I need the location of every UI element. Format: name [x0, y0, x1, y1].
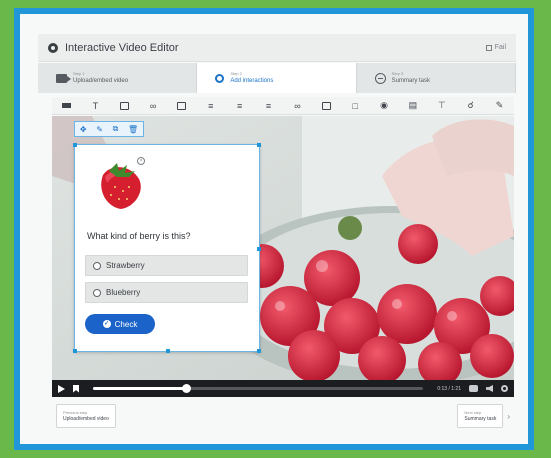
step-navigation: Previous step Upload/embed video Next st… [52, 400, 514, 432]
answer-option-strawberry[interactable]: Strawberry [85, 255, 248, 276]
drag-drop-tool-icon[interactable]: ▤ [407, 100, 418, 111]
settings-icon[interactable] [501, 385, 508, 392]
time-readout: 0:13 / 1:21 [437, 385, 461, 392]
interaction-toolbar: T ∞ ≡ ≡ ≡ ∞ □ ◉ ▤ ⊤ ☌ ✎ [52, 97, 514, 115]
strawberry-image [101, 163, 141, 209]
next-step-caption: Next step [464, 409, 482, 415]
tab-label: Upload/embed video [73, 78, 129, 84]
app-logo-icon [48, 42, 58, 53]
quality-icon[interactable] [469, 385, 478, 392]
tab-upload-video[interactable]: Step 1 Upload/embed video [38, 63, 198, 93]
table-tool-icon[interactable] [119, 100, 130, 111]
true-false-tool-icon[interactable]: ∞ [292, 100, 303, 111]
video-camera-icon [56, 73, 71, 83]
interaction-edit-toolbar: ✥ ✎ ⧉ 🗑 [74, 121, 144, 137]
tab-step-number: Step 3 [391, 71, 404, 76]
chevron-right-icon[interactable]: › [507, 412, 510, 421]
tab-add-interactions[interactable]: Step 2 Add interactions [197, 63, 357, 93]
resize-handle[interactable] [257, 247, 261, 251]
fullscreen-button[interactable]: Fail [485, 44, 506, 51]
image-tool-icon[interactable] [176, 100, 187, 111]
link-tool-icon[interactable]: ∞ [148, 100, 159, 111]
delete-icon[interactable]: 🗑 [128, 125, 138, 134]
single-choice-tool-icon[interactable]: ≡ [234, 100, 245, 111]
tab-summary-task[interactable]: Step 3 Summary task [357, 63, 516, 93]
multiple-choice-tool-icon[interactable]: ≡ [263, 100, 274, 111]
interaction-popup[interactable]: × What kind of berry is this? Strawberry… [73, 143, 261, 353]
resize-handle[interactable] [73, 143, 77, 147]
fullscreen-icon [485, 44, 492, 51]
resize-handle[interactable] [257, 143, 261, 147]
move-icon[interactable]: ✥ [80, 125, 87, 134]
tab-step-number: Step 2 [230, 71, 242, 76]
tab-label: Summary task [391, 78, 430, 84]
next-step-button[interactable]: Next step Summary task [457, 404, 504, 428]
previous-step-label: Upload/embed video [63, 415, 109, 422]
checkmark-icon: ✓ [102, 320, 111, 328]
editor-title: Interactive Video Editor [65, 41, 179, 54]
check-label: Check [114, 319, 138, 329]
label-tool-icon[interactable] [61, 100, 72, 111]
resize-handle[interactable] [166, 349, 170, 353]
timeline-scrubber[interactable] [181, 384, 191, 393]
tab-label: Add interactions [230, 78, 274, 84]
answer-label: Blueberry [106, 288, 141, 297]
video-timeline[interactable] [93, 384, 424, 393]
fullscreen-label: Fail [494, 44, 506, 51]
previous-step-button[interactable]: Previous step Upload/embed video [56, 404, 116, 428]
crossroads-tool-icon[interactable]: ⊤ [436, 100, 447, 111]
text-tool-icon[interactable]: T [90, 100, 101, 111]
summary-icon [374, 72, 386, 84]
step-tabs: Step 1 Upload/embed video Step 2 Add int… [38, 63, 516, 93]
close-icon[interactable]: × [137, 157, 145, 165]
editor-title-bar: Interactive Video Editor Fail [38, 34, 516, 62]
answer-option-blueberry[interactable]: Blueberry [85, 282, 248, 303]
free-text-tool-icon[interactable]: ✎ [494, 100, 505, 111]
volume-icon[interactable] [486, 385, 493, 392]
radio-icon [93, 261, 101, 270]
drag-text-tool-icon[interactable]: □ [350, 100, 361, 111]
check-button[interactable]: ✓ Check [85, 314, 155, 334]
next-step-group: Next step Summary task › [457, 404, 510, 428]
resize-handle[interactable] [257, 349, 261, 353]
fill-blanks-tool-icon[interactable] [321, 100, 332, 111]
play-icon[interactable] [58, 384, 65, 393]
edit-icon[interactable]: ✎ [96, 125, 103, 134]
next-step-label: Summary task [464, 415, 497, 422]
bookmark-icon[interactable] [73, 384, 79, 393]
navigation-hotspot-tool-icon[interactable]: ☌ [465, 100, 476, 111]
resize-handle[interactable] [73, 349, 77, 353]
pin-icon [215, 73, 225, 83]
answer-label: Strawberry [106, 261, 145, 270]
radio-icon [93, 288, 101, 297]
tab-step-number: Step 1 [73, 71, 85, 76]
statements-tool-icon[interactable]: ≡ [205, 100, 216, 111]
previous-step-caption: Previous step [63, 409, 88, 415]
copy-icon[interactable]: ⧉ [113, 124, 119, 134]
video-player-controls: 0:13 / 1:21 [52, 380, 514, 397]
question-text: What kind of berry is this? [87, 231, 191, 241]
mark-words-tool-icon[interactable]: ◉ [379, 100, 390, 111]
timeline-progress [93, 387, 186, 390]
